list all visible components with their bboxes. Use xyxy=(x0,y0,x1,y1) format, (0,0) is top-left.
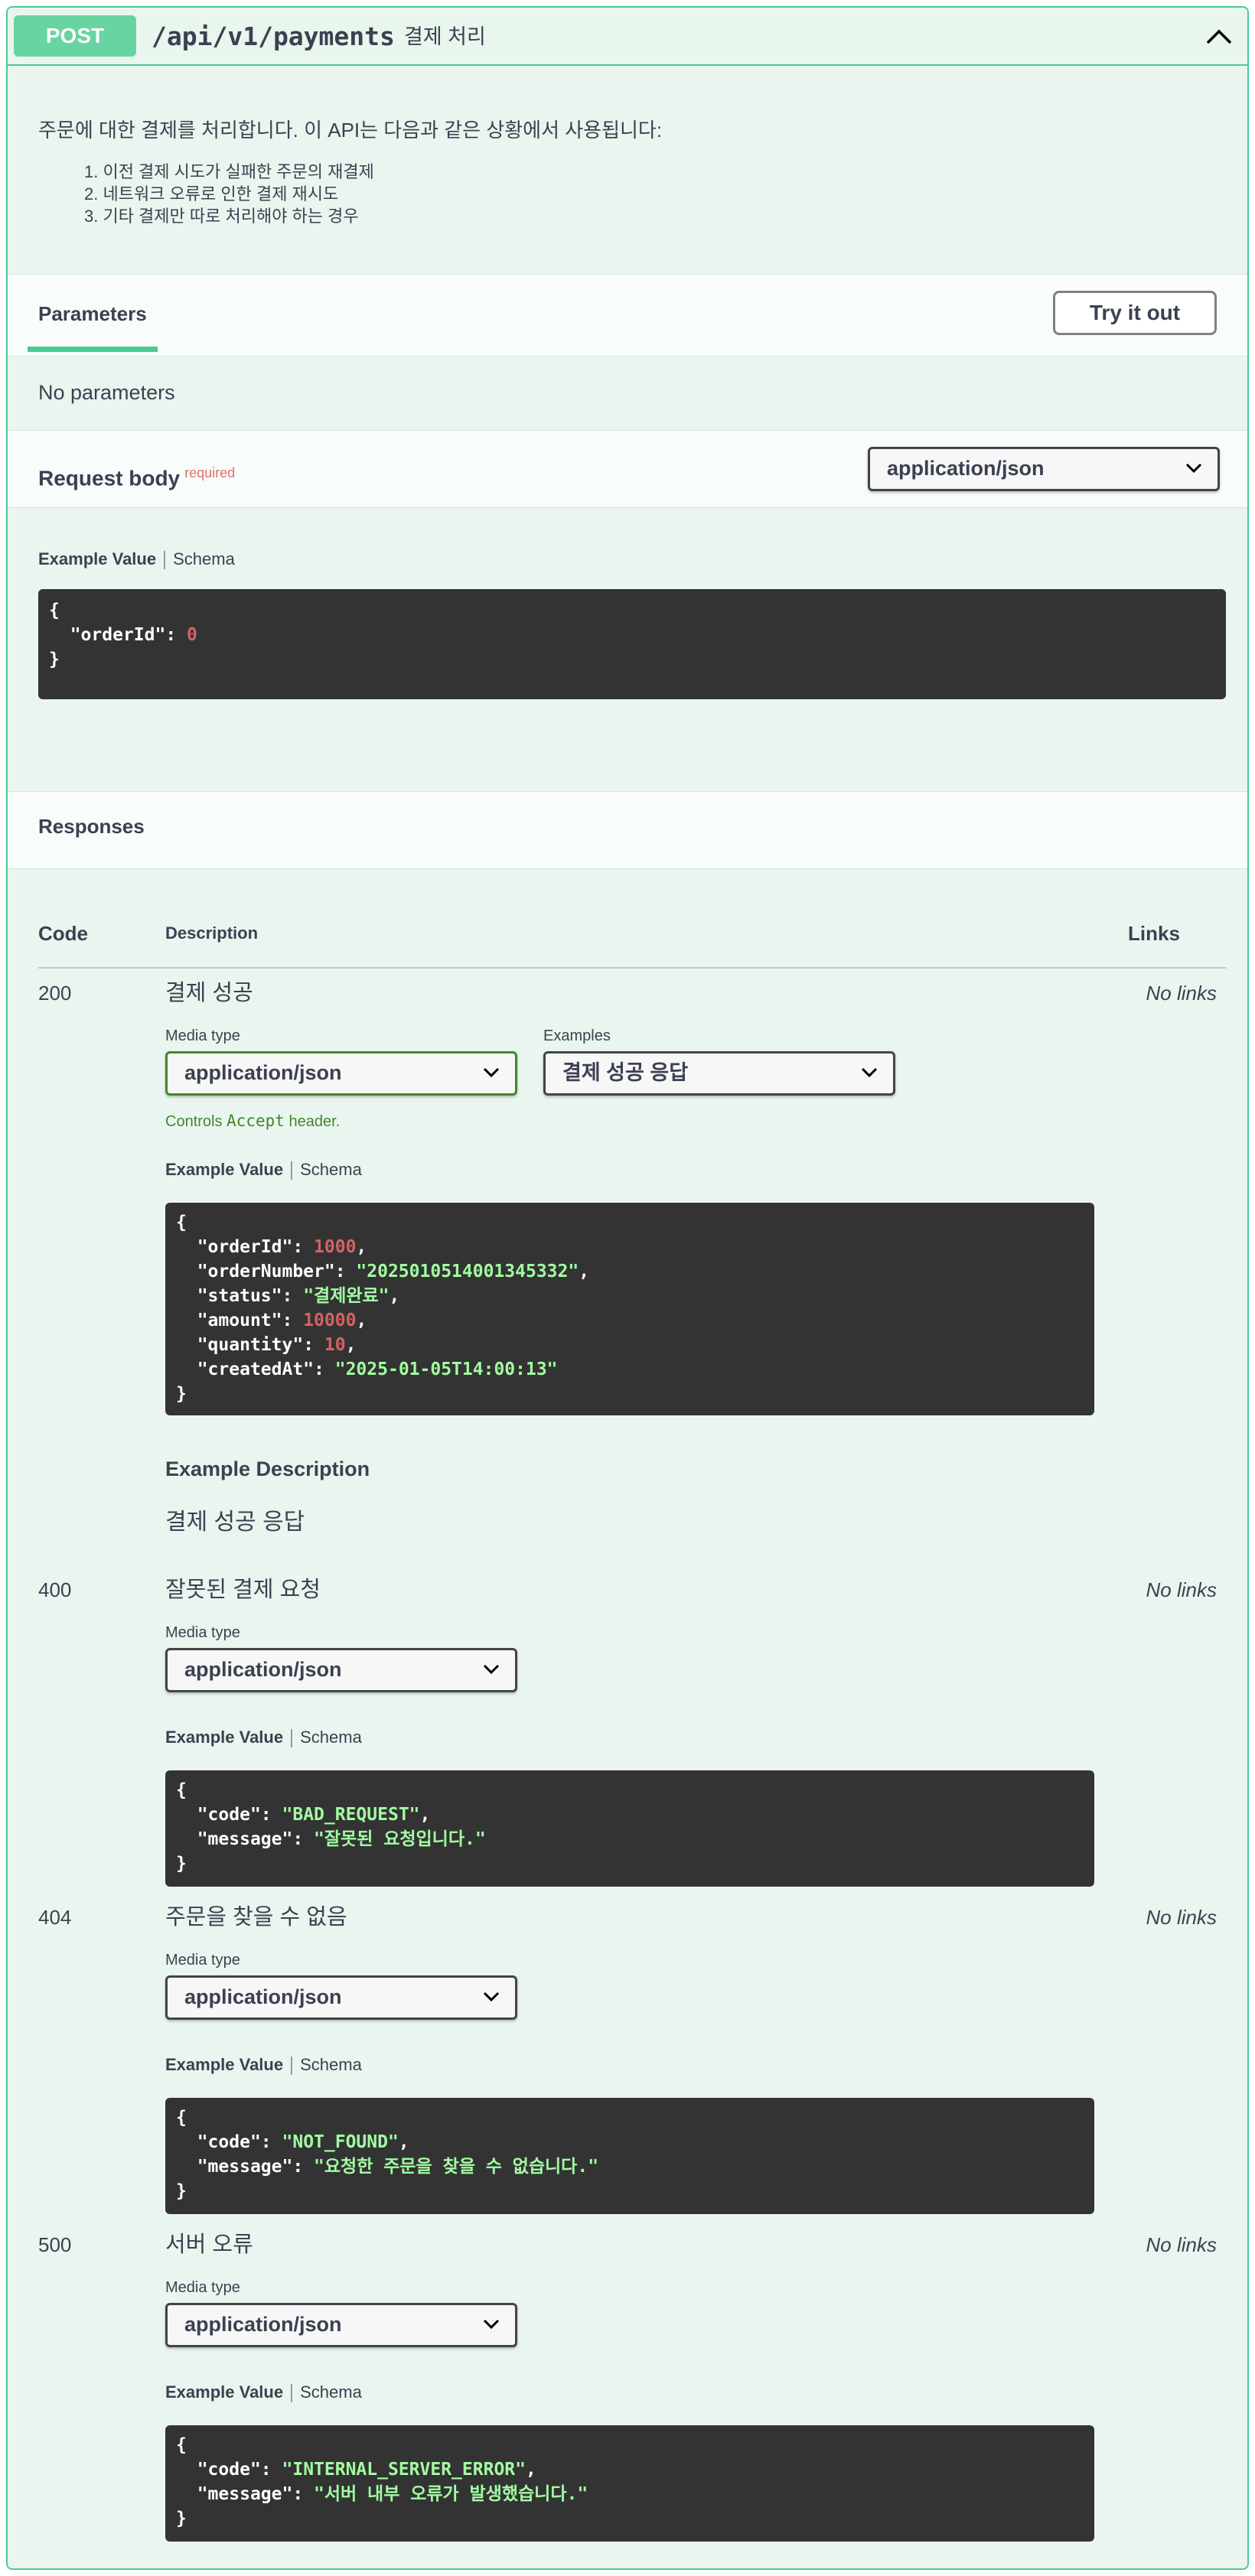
chevron-down-icon xyxy=(1185,463,1202,474)
tab-separator xyxy=(291,1729,293,1748)
list-item: 3. 기타 결제만 따로 처리해야 하는 경우 xyxy=(84,207,359,226)
request-example-tabs: Example Value Schema xyxy=(38,548,235,571)
media-type-select[interactable]: application/json xyxy=(165,1648,517,1692)
required-marker: required xyxy=(184,465,236,480)
operation-block: POST /api/v1/payments 결제 처리 주문에 대한 결제를 처… xyxy=(6,6,1249,2570)
column-header-code: Code xyxy=(38,922,88,945)
media-type-label: Media type xyxy=(165,1624,240,1641)
response-code: 500 xyxy=(38,2233,72,2256)
tab-example-value[interactable]: Example Value xyxy=(165,1160,283,1179)
no-links-text: No links xyxy=(1146,1578,1217,1601)
tab-schema[interactable]: Schema xyxy=(300,2055,362,2074)
response-code: 200 xyxy=(38,982,72,1005)
response-example-code: { "code": "NOT_FOUND", "message": "요청한 주… xyxy=(165,2098,1094,2214)
example-description-text: 결제 성공 응답 xyxy=(165,1509,305,1535)
chevron-down-icon xyxy=(483,1067,500,1078)
chevron-up-icon[interactable] xyxy=(1200,18,1238,57)
tab-separator xyxy=(291,1161,293,1181)
responses-header: Responses xyxy=(8,791,1247,869)
response-description: 주문을 찾을 수 없음 xyxy=(165,1905,347,1930)
media-type-label: Media type xyxy=(165,2279,240,2296)
response-example-code: { "code": "BAD_REQUEST", "message": "잘못된… xyxy=(165,1770,1094,1887)
column-header-description: Description xyxy=(165,923,259,943)
table-header-divider xyxy=(38,967,1226,969)
example-description-title: Example Description xyxy=(165,1457,370,1480)
chevron-down-icon xyxy=(483,1664,500,1675)
select-value: application/json xyxy=(184,1061,342,1084)
media-type-select[interactable]: application/json xyxy=(165,1975,517,2020)
examples-label: Examples xyxy=(543,1027,611,1044)
media-type-label: Media type xyxy=(165,1027,240,1044)
response-example-code: { "orderId": 1000, "orderNumber": "20250… xyxy=(165,1203,1094,1415)
chevron-down-icon xyxy=(861,1067,878,1078)
tab-separator xyxy=(291,2057,293,2076)
response-code: 400 xyxy=(38,1578,72,1601)
media-type-select[interactable]: application/json xyxy=(165,2303,517,2347)
tab-schema[interactable]: Schema xyxy=(300,1160,362,1179)
tab-example-value[interactable]: Example Value xyxy=(165,1728,283,1747)
select-value: application/json xyxy=(184,2313,342,2336)
response-code: 404 xyxy=(38,1906,72,1929)
response-description: 서버 오류 xyxy=(165,2232,253,2257)
request-body-title: Request body xyxy=(38,466,181,490)
response-example-tabs: Example Value Schema xyxy=(165,1726,362,1749)
response-example-tabs: Example Value Schema xyxy=(165,2381,362,2404)
media-type-label: Media type xyxy=(165,1952,240,1969)
tab-parameters[interactable]: Parameters xyxy=(38,302,147,326)
column-header-links: Links xyxy=(1128,922,1180,945)
controls-accept-note: Controls Accept header. xyxy=(165,1112,341,1130)
list-item: 1. 이전 결제 시도가 실패한 주문의 재결제 xyxy=(84,162,374,181)
response-example-tabs: Example Value Schema xyxy=(165,1158,362,1181)
method-badge: POST xyxy=(14,15,136,57)
media-type-select[interactable]: application/json xyxy=(165,1051,517,1096)
list-item: 2. 네트워크 오류로 인한 결제 재시도 xyxy=(84,184,339,204)
select-value: application/json xyxy=(184,1658,342,1681)
operation-summary[interactable]: POST /api/v1/payments 결제 처리 xyxy=(8,8,1247,66)
response-description: 결제 성공 xyxy=(165,981,253,1005)
tab-separator xyxy=(291,2384,293,2403)
request-example-code: { "orderId": 0 } xyxy=(38,589,1226,699)
no-links-text: No links xyxy=(1146,2233,1217,2256)
responses-title: Responses xyxy=(38,815,145,838)
chevron-down-icon xyxy=(483,1991,500,2002)
select-value: application/json xyxy=(887,457,1045,480)
tab-example-value[interactable]: Example Value xyxy=(38,549,156,568)
endpoint-path: /api/v1/payments xyxy=(152,21,395,51)
tab-schema[interactable]: Schema xyxy=(300,1728,362,1747)
tab-schema[interactable]: Schema xyxy=(300,2382,362,2402)
tab-underline xyxy=(28,347,158,352)
description-list: 1. 이전 결제 시도가 실패한 주문의 재결제 2. 네트워크 오류로 인한 … xyxy=(84,161,374,227)
examples-select[interactable]: 결제 성공 응답 xyxy=(543,1051,895,1096)
response-example-code: { "code": "INTERNAL_SERVER_ERROR", "mess… xyxy=(165,2425,1094,2542)
no-links-text: No links xyxy=(1146,1906,1217,1929)
request-content-type-select[interactable]: application/json xyxy=(868,447,1220,491)
request-body-label: Request body required xyxy=(38,458,235,493)
select-value: 결제 성공 응답 xyxy=(562,1061,689,1084)
chevron-down-icon xyxy=(483,2319,500,2330)
tab-example-value[interactable]: Example Value xyxy=(165,2055,283,2074)
operation-description: 주문에 대한 결제를 처리합니다. 이 API는 다음과 같은 상황에서 사용됩… xyxy=(38,119,663,142)
tab-example-value[interactable]: Example Value xyxy=(165,2382,283,2402)
endpoint-summary: 결제 처리 xyxy=(404,25,486,48)
tab-separator xyxy=(164,551,166,570)
response-description: 잘못된 결제 요청 xyxy=(165,1578,321,1602)
no-links-text: No links xyxy=(1146,982,1217,1005)
no-parameters-text: No parameters xyxy=(38,381,175,404)
tab-schema[interactable]: Schema xyxy=(173,549,235,568)
response-example-tabs: Example Value Schema xyxy=(165,2053,362,2076)
try-it-out-button[interactable]: Try it out xyxy=(1053,291,1217,335)
select-value: application/json xyxy=(184,1985,342,2008)
